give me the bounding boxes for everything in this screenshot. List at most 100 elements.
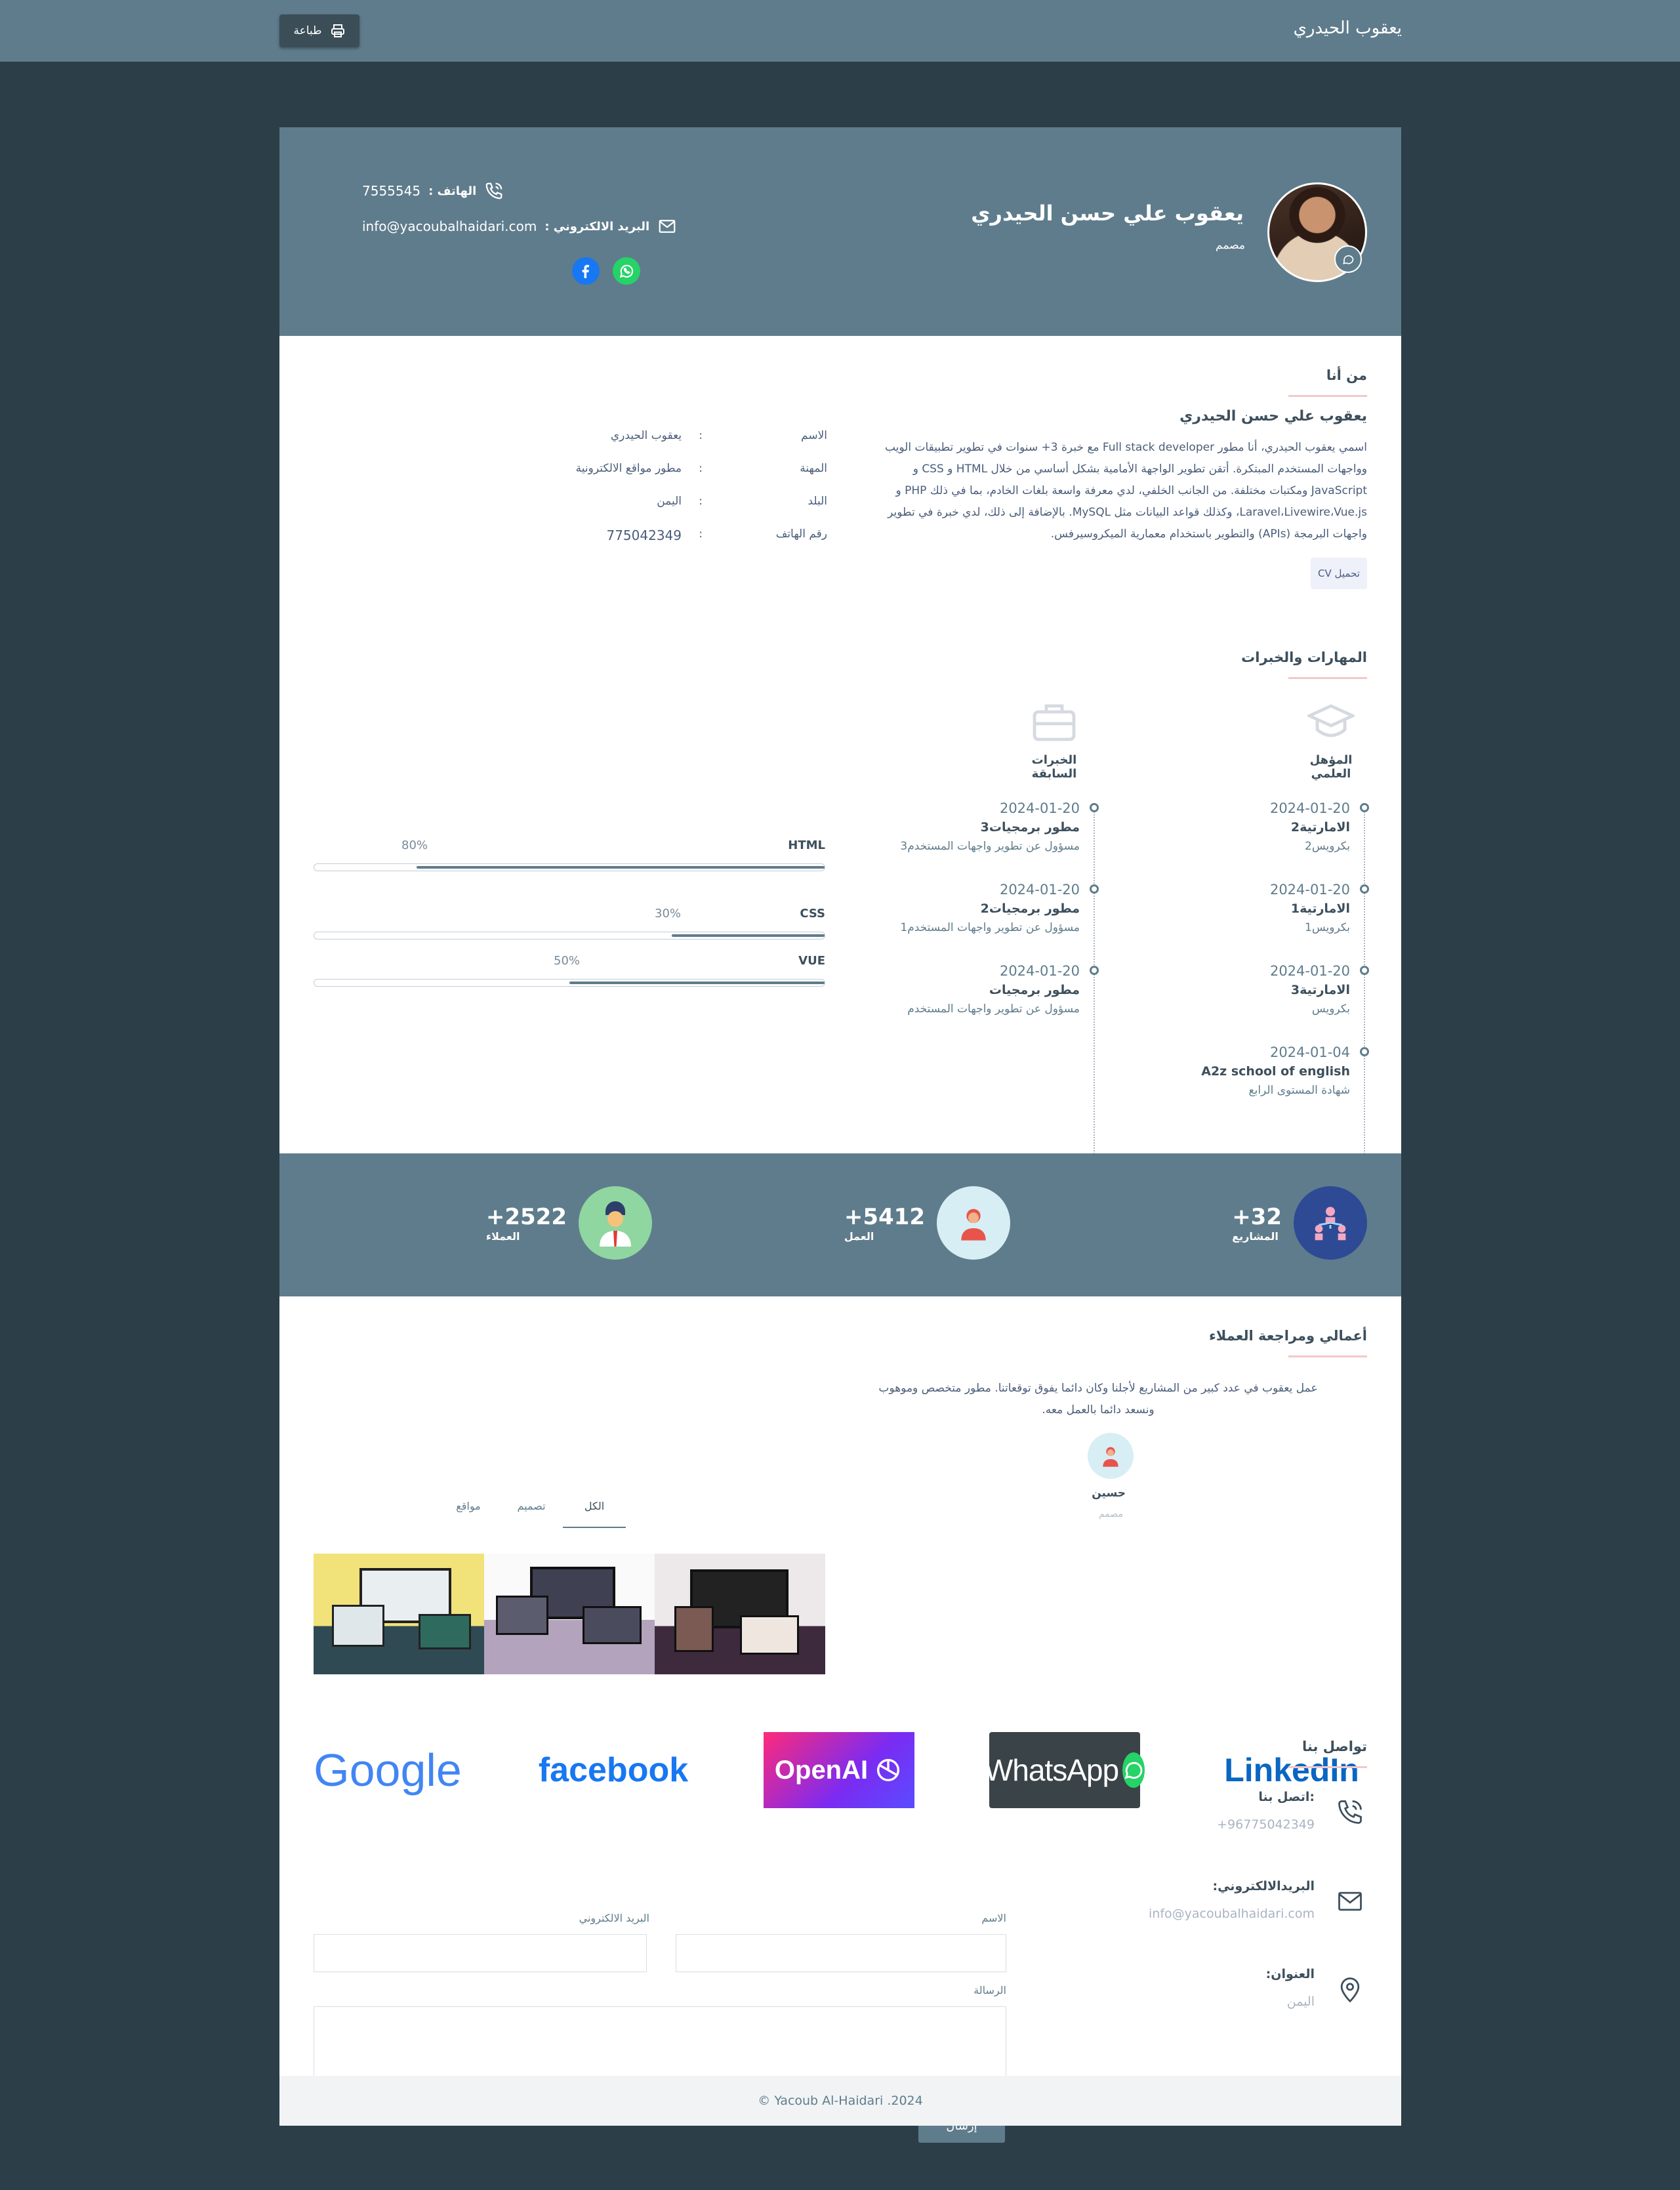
phone-value: 7555545 [362,183,421,199]
whatsapp-icon [1122,1752,1145,1788]
skills-title: المهارات والخبرات [1241,650,1367,679]
client-name: حسين [1092,1487,1126,1500]
skill-name: CSS [800,907,825,920]
stat-projects: +32 المشاريع [1232,1186,1367,1260]
contact-item-value: info@yacoubalhaidari.com [1149,1907,1315,1921]
experience-sub: مسؤول عن تطوير واجهات المستخدم1 [900,921,1080,934]
experience-sub: مسؤول عن تطوير واجهات المستخدم3 [900,840,1080,853]
client-icon [579,1186,652,1260]
tab-websites[interactable]: مواقع [437,1500,500,1528]
stat-number: +5412 [844,1203,925,1230]
info-colon: : [699,462,703,475]
phone-label: الهاتف : [428,184,477,198]
education-sub: بكرويس [1311,1002,1350,1016]
location-icon [1333,1972,1367,2006]
education-sub: بكرويس2 [1305,840,1350,853]
stat-label: العمل [844,1229,874,1243]
openai-logo: OpenAI [764,1732,914,1808]
skill-percent: 30% [655,907,682,920]
message-field-label: الرسالة [973,1984,1006,1996]
portfolio-item[interactable] [655,1554,825,1674]
phone-icon [1333,1795,1367,1829]
name-field-label: الاسم [981,1912,1006,1924]
experience-item: 2024-01-20 مطور برمجيات2 مسؤول عن تطوير … [900,882,1080,934]
email-input[interactable] [314,1934,647,1972]
info-key: البلد [808,495,827,508]
info-value: اليمن [657,495,682,508]
whatsapp-wordmark: WhatsApp [984,1753,1119,1787]
info-colon: : [699,527,703,541]
email-value: info@yacoubalhaidari.com [362,218,537,234]
contact-item-title: البريدالالكتروني: [1212,1879,1315,1893]
portfolio-grid [314,1554,825,1674]
experience-date: 2024-01-20 [999,800,1080,816]
whatsapp-icon[interactable] [613,257,640,285]
skill-track [314,863,825,871]
name-input[interactable] [676,1934,1006,1972]
education-title: A2z school of english [1201,1064,1350,1079]
education-date: 2024-01-20 [1269,963,1350,979]
facebook-icon[interactable] [572,257,600,285]
info-key: الاسم [801,429,827,442]
skill-track [314,979,825,987]
openai-wordmark: OpenAI [774,1755,869,1785]
facebook-logo: facebook [538,1732,689,1808]
device-mockup [674,1606,714,1652]
client-role: مصمم [1098,1509,1123,1519]
tab-design[interactable]: تصميم [500,1500,563,1528]
download-cv-button[interactable]: تحميل CV [1311,558,1367,589]
experience-timeline-line [1094,810,1095,1177]
experience-sub: مسؤول عن تطوير واجهات المستخدم [907,1002,1080,1016]
portfolio-item[interactable] [484,1554,655,1674]
stat-clients: +2522 العملاء [486,1186,652,1260]
info-row: البلد : اليمن [450,495,827,527]
timeline-dot [1360,803,1369,812]
portfolio-item[interactable] [314,1554,484,1674]
team-icon [1294,1186,1367,1260]
portfolio-tabs: الكل تصميم مواقع [437,1500,626,1528]
facebook-wordmark: facebook [538,1751,689,1789]
education-heading: المؤهل العلمي [1295,702,1367,781]
social-links [572,257,640,285]
experience-date: 2024-01-20 [999,882,1080,898]
google-logo: Google [312,1732,463,1808]
navbar-brand[interactable]: يعقوب الحيدري [1294,18,1402,38]
device-mockup [583,1606,642,1644]
info-key: المهنة [800,462,827,475]
printer-icon [331,24,344,37]
skill-track [314,932,825,940]
timeline-dot [1360,1047,1369,1056]
email-label: البريد الالكتروني : [544,219,650,234]
timeline-dot [1090,803,1099,812]
device-mockup [496,1596,548,1635]
print-button[interactable]: طباعة [279,14,359,47]
testimonial-text: عمل يعقوب في عدد كبير من المشاريع لأجلنا… [878,1382,1318,1416]
info-value: يعقوب الحيدري [610,429,682,442]
experience-title: مطور برمجيات [989,983,1080,997]
tab-all[interactable]: الكل [563,1500,626,1528]
profile-role: مصمم [1216,239,1245,252]
header-phone: الهاتف : 7555545 [362,181,504,201]
education-item: 2024-01-20 الامارتية1 بكرويس1 [1270,882,1350,934]
experience-heading-label: الخبرات السابقة [1031,753,1077,781]
education-item: 2024-01-04 A2z school of english شهادة ا… [1201,1044,1350,1097]
stat-number: +2522 [485,1203,567,1230]
openai-icon [877,1758,900,1782]
chat-icon[interactable] [1334,245,1362,273]
info-value: 775042349 [606,527,682,543]
personal-info-table: الاسم : يعقوب الحيدري المهنة : مطور مواق… [450,429,827,560]
device-mockup [332,1605,384,1647]
about-text: اسمي يعقوب الحيدري، أنا مطور Full stack … [884,441,1367,541]
info-value: مطور مواقع الالكترونية [575,462,682,475]
contact-item-title: :اتصل بنا [1258,1790,1315,1804]
education-date: 2024-01-04 [1269,1044,1350,1060]
timeline-dot [1090,966,1099,975]
skill-name: HTML [788,838,825,852]
info-colon: : [699,429,703,442]
works-title: أعمالي ومراجعة العملاء [1209,1328,1367,1357]
education-title: الامارتية1 [1290,901,1350,916]
skill-fill [671,934,825,937]
stat-number: +32 [1232,1203,1282,1230]
skill-name: VUE [798,954,825,968]
timeline-dot [1090,884,1099,894]
